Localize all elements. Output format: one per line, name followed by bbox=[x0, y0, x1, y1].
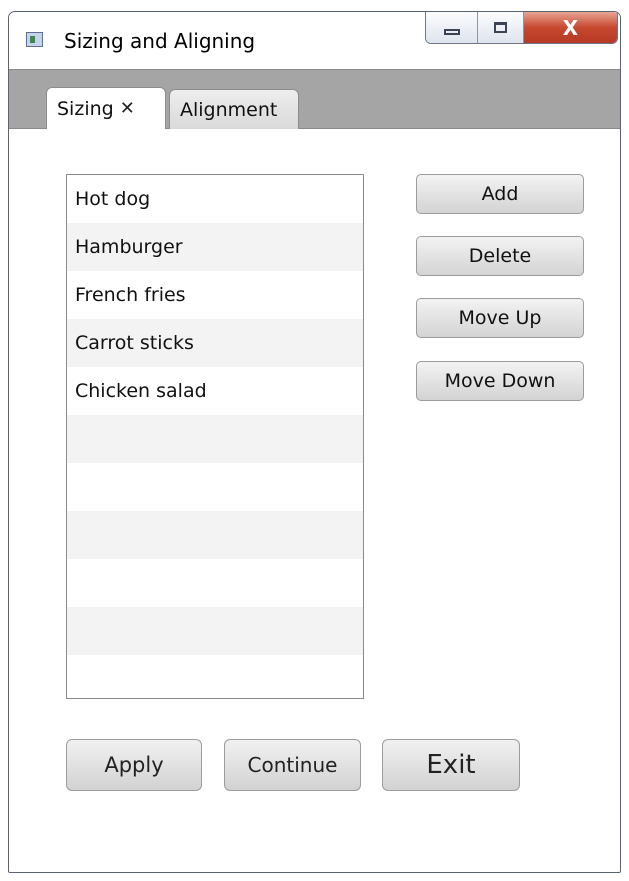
application-window: Sizing and Aligning X Sizing ✕ Alignment… bbox=[8, 11, 621, 873]
list-item-empty bbox=[67, 559, 363, 607]
move-up-button[interactable]: Move Up bbox=[416, 298, 584, 338]
close-icon: X bbox=[562, 15, 579, 40]
minimize-icon bbox=[443, 28, 460, 35]
exit-button[interactable]: Exit bbox=[382, 739, 520, 791]
tab-sizing[interactable]: Sizing ✕ bbox=[46, 87, 166, 129]
tab-bar: Sizing ✕ Alignment bbox=[9, 69, 620, 129]
tab-alignment[interactable]: Alignment bbox=[169, 89, 299, 129]
maximize-icon bbox=[494, 22, 507, 33]
maximize-button[interactable] bbox=[478, 12, 524, 43]
tab-close-icon[interactable]: ✕ bbox=[120, 98, 135, 119]
add-button[interactable]: Add bbox=[416, 174, 584, 214]
apply-button[interactable]: Apply bbox=[66, 739, 202, 791]
list-item-empty bbox=[67, 607, 363, 655]
window-title: Sizing and Aligning bbox=[64, 29, 256, 53]
tab-sizing-label: Sizing bbox=[57, 97, 114, 120]
app-icon bbox=[26, 32, 43, 47]
list-item[interactable]: Hot dog bbox=[67, 175, 363, 223]
window-controls: X bbox=[425, 12, 618, 44]
list-item-empty bbox=[67, 511, 363, 559]
list-item[interactable]: French fries bbox=[67, 271, 363, 319]
delete-button[interactable]: Delete bbox=[416, 236, 584, 276]
list-item[interactable]: Hamburger bbox=[67, 223, 363, 271]
continue-button[interactable]: Continue bbox=[224, 739, 361, 791]
list-item[interactable]: Carrot sticks bbox=[67, 319, 363, 367]
tab-alignment-label: Alignment bbox=[180, 98, 278, 121]
list-item-empty bbox=[67, 415, 363, 463]
title-bar[interactable]: Sizing and Aligning X bbox=[9, 12, 620, 68]
move-down-button[interactable]: Move Down bbox=[416, 361, 584, 401]
minimize-button[interactable] bbox=[426, 12, 478, 43]
close-button[interactable]: X bbox=[524, 12, 617, 43]
food-list[interactable]: Hot dog Hamburger French fries Carrot st… bbox=[66, 174, 364, 699]
list-item-empty bbox=[67, 463, 363, 511]
list-item-empty bbox=[67, 655, 363, 698]
list-item[interactable]: Chicken salad bbox=[67, 367, 363, 415]
